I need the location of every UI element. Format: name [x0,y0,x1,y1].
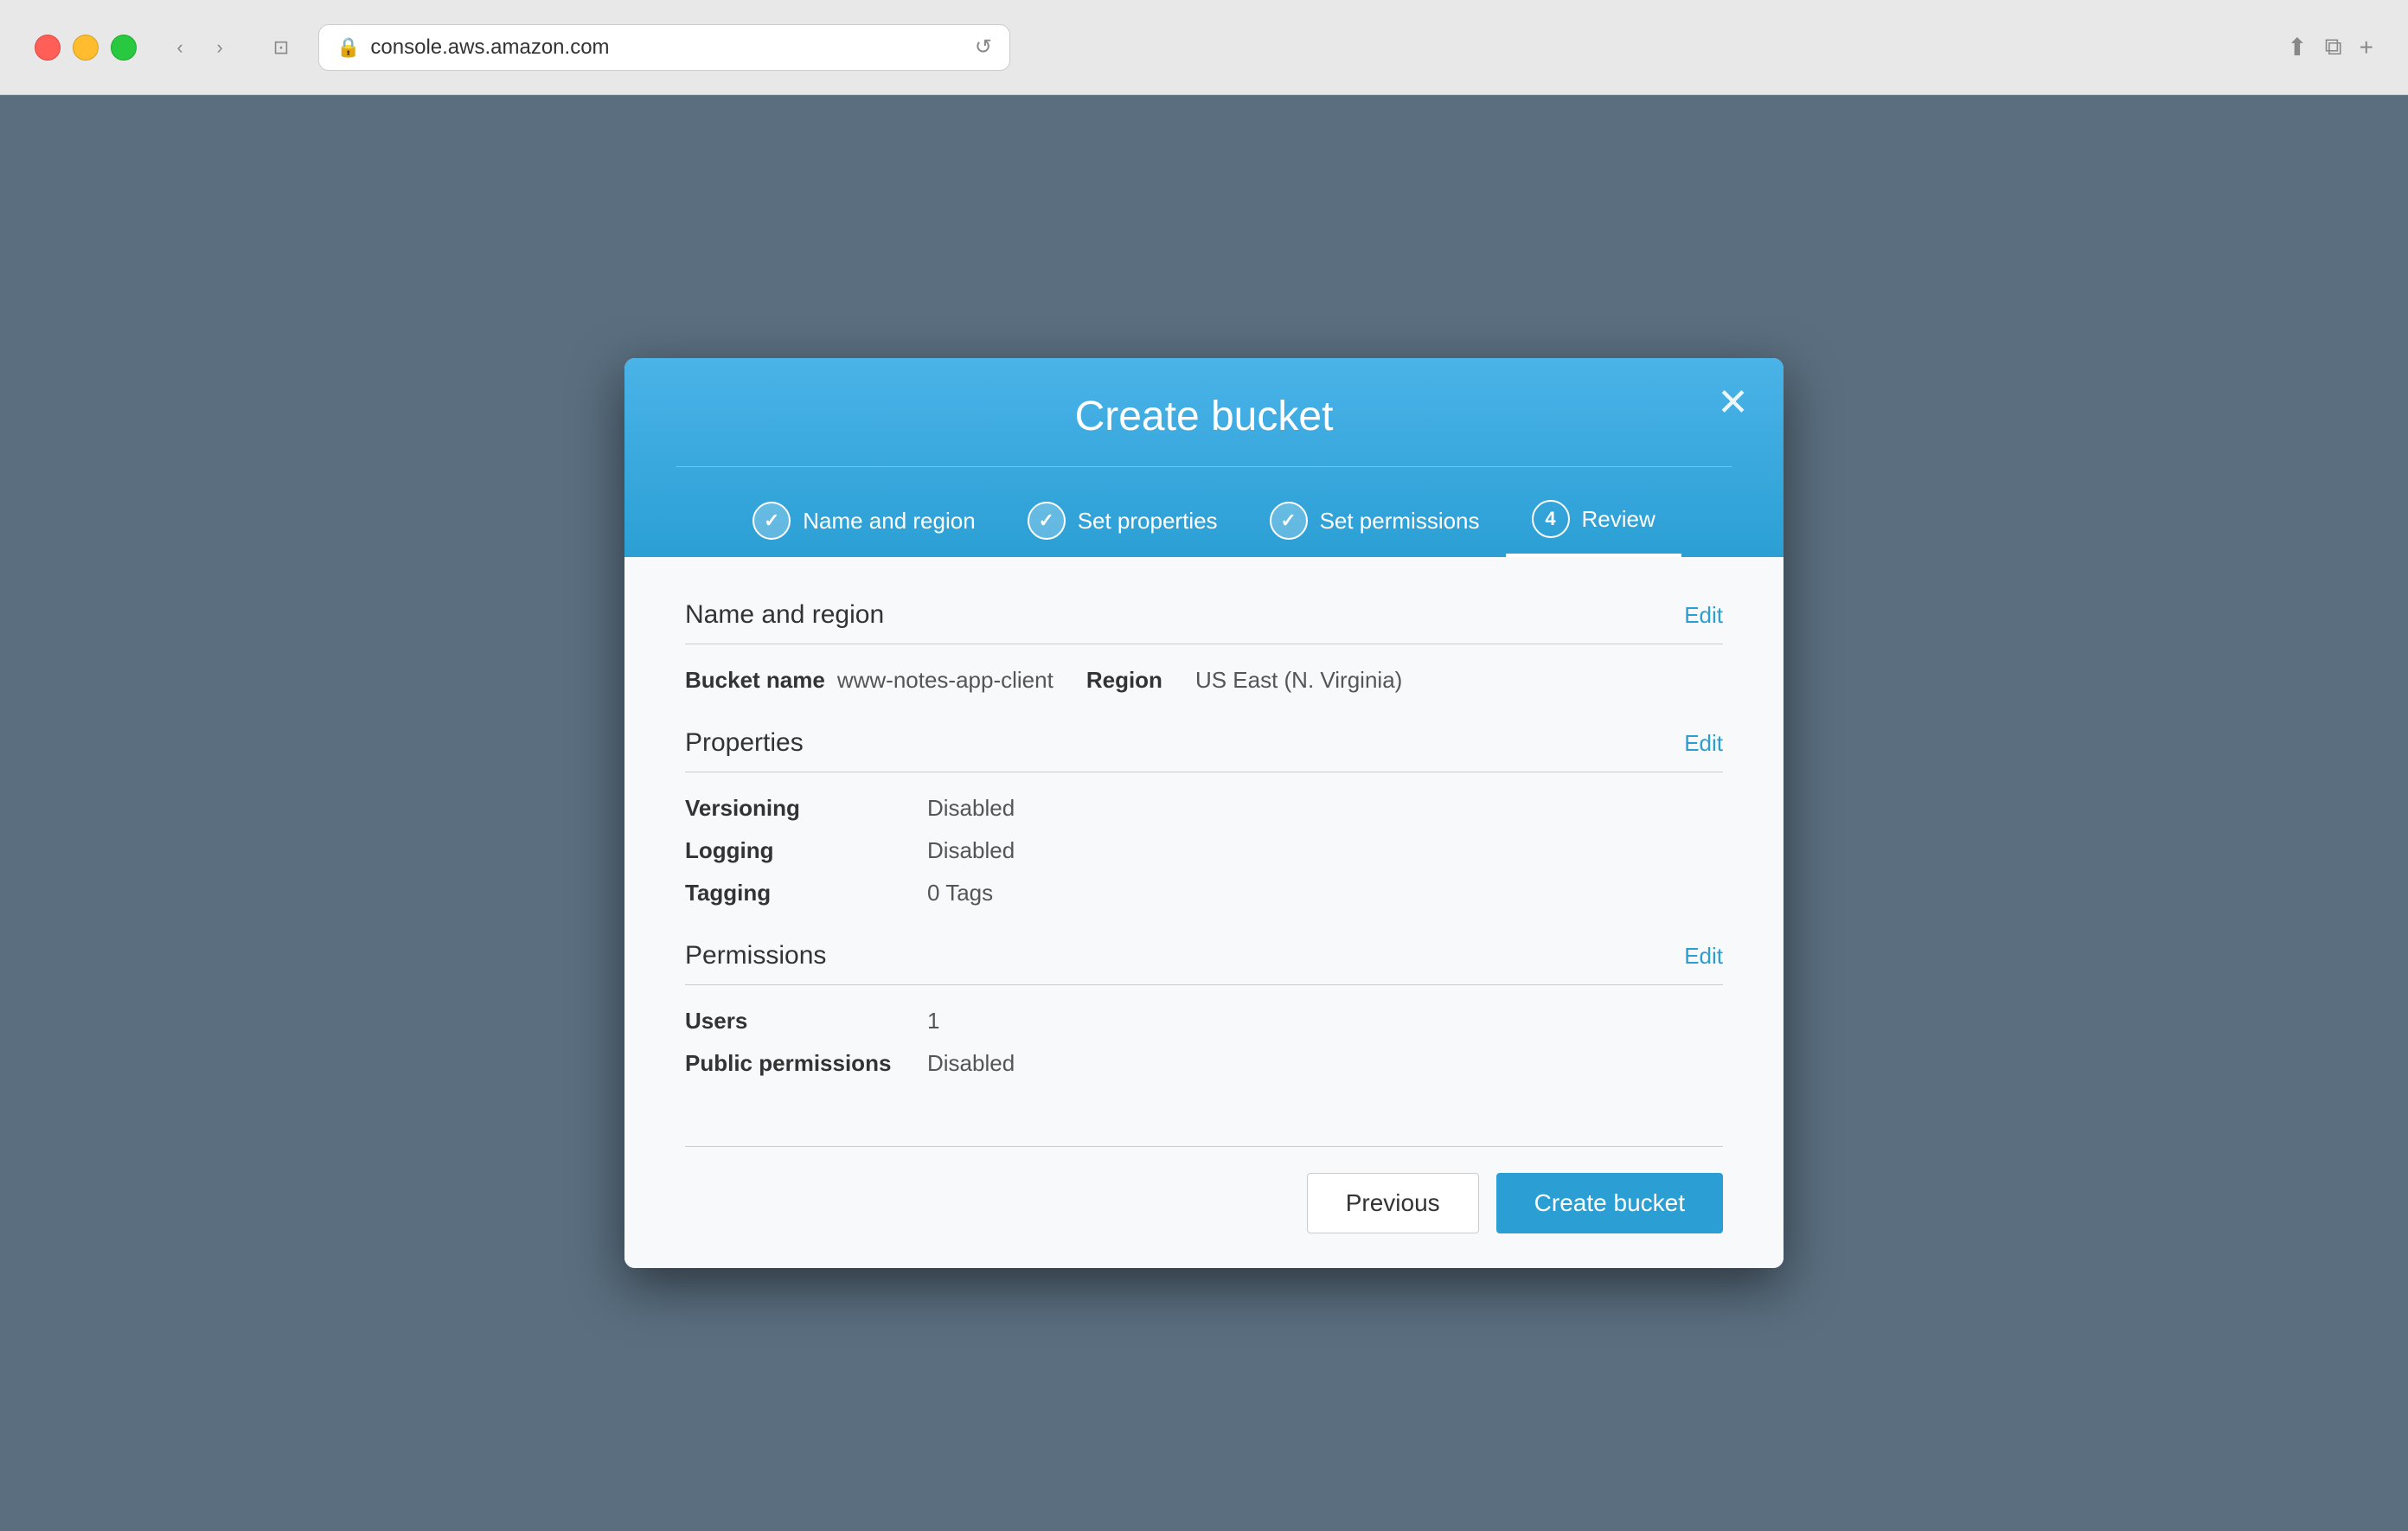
url-text: console.aws.amazon.com [370,35,609,60]
fullscreen-traffic-light[interactable] [111,35,137,61]
modal-title: Create bucket [1075,393,1334,440]
logging-label: Logging [685,837,927,864]
modal-close-button[interactable]: ✕ [1717,384,1749,422]
step-set-properties[interactable]: ✓ Set properties [1002,486,1244,555]
sidebar-button[interactable]: ⊡ [261,30,301,65]
step-set-permissions[interactable]: ✓ Set permissions [1244,486,1506,555]
traffic-lights [35,35,137,61]
name-and-region-edit-button[interactable]: Edit [1684,602,1723,629]
previous-button[interactable]: Previous [1307,1173,1479,1233]
modal-title-row: Create bucket [676,393,1732,466]
properties-header: Properties Edit [685,728,1723,772]
step-icon-review: 4 [1532,500,1570,538]
browser-chrome: ‹ › ⊡ 🔒 console.aws.amazon.com ↺ ⬆ ⧉ + [0,0,2408,95]
lock-icon: 🔒 [336,36,360,59]
forward-button[interactable]: › [202,30,237,65]
permissions-section: Permissions Edit Users 1 Public permissi… [685,941,1723,1077]
back-button[interactable]: ‹ [163,30,197,65]
minimize-traffic-light[interactable] [73,35,99,61]
browser-actions: ⬆ ⧉ + [2287,33,2373,61]
step-icon-set-properties: ✓ [1028,502,1066,540]
modal-header: Create bucket ✕ ✓ Name and region ✓ Set … [624,358,1784,557]
modal-body: Name and region Edit Bucket name www-not… [624,557,1784,1146]
properties-grid: Versioning Disabled Logging Disabled Tag… [685,795,1723,906]
permissions-title: Permissions [685,941,826,970]
name-and-region-header: Name and region Edit [685,600,1723,644]
content-area: Create bucket ✕ ✓ Name and region ✓ Set … [0,95,2408,1531]
step-label-review: Review [1582,506,1656,533]
versioning-value: Disabled [927,795,1723,822]
reload-button[interactable]: ↺ [975,35,992,60]
logging-value: Disabled [927,837,1723,864]
step-label-set-permissions: Set permissions [1320,508,1480,535]
address-bar[interactable]: 🔒 console.aws.amazon.com ↺ [318,24,1010,71]
modal-footer: Previous Create bucket [624,1146,1784,1268]
permissions-edit-button[interactable]: Edit [1684,943,1723,970]
step-icon-set-permissions: ✓ [1270,502,1308,540]
users-label: Users [685,1008,927,1035]
name-and-region-section: Name and region Edit Bucket name www-not… [685,600,1723,694]
properties-edit-button[interactable]: Edit [1684,730,1723,757]
step-label-name-and-region: Name and region [803,508,975,535]
name-and-region-title: Name and region [685,600,884,630]
create-bucket-modal: Create bucket ✕ ✓ Name and region ✓ Set … [624,358,1784,1268]
step-label-set-properties: Set properties [1078,508,1218,535]
step-name-and-region[interactable]: ✓ Name and region [727,486,1001,555]
steps-bar: ✓ Name and region ✓ Set properties ✓ Set… [676,466,1732,557]
step-review[interactable]: 4 Review [1506,484,1681,557]
permissions-grid: Users 1 Public permissions Disabled [685,1008,1723,1077]
bucket-name-value: www-notes-app-client [837,667,1054,694]
bucket-name-label: Bucket name [685,667,825,694]
region-label: Region [1086,667,1162,694]
create-bucket-button[interactable]: Create bucket [1496,1173,1723,1233]
nav-buttons: ‹ › [163,30,237,65]
users-value: 1 [927,1008,1723,1035]
properties-title: Properties [685,728,804,758]
public-permissions-value: Disabled [927,1050,1723,1077]
name-and-region-row: Bucket name www-notes-app-client Region … [685,667,1723,694]
tagging-value: 0 Tags [927,880,1723,906]
close-traffic-light[interactable] [35,35,61,61]
public-permissions-label: Public permissions [685,1050,927,1077]
share-button[interactable]: ⬆ [2287,33,2307,61]
tab-overview-button[interactable]: ⧉ [2325,33,2342,61]
footer-divider [685,1146,1723,1147]
versioning-label: Versioning [685,795,927,822]
permissions-header: Permissions Edit [685,941,1723,985]
properties-section: Properties Edit Versioning Disabled Logg… [685,728,1723,906]
region-value: US East (N. Virginia) [1195,667,1402,694]
footer-buttons: Previous Create bucket [685,1173,1723,1233]
new-tab-button[interactable]: + [2360,33,2373,61]
step-icon-name-and-region: ✓ [752,502,791,540]
tagging-label: Tagging [685,880,927,906]
